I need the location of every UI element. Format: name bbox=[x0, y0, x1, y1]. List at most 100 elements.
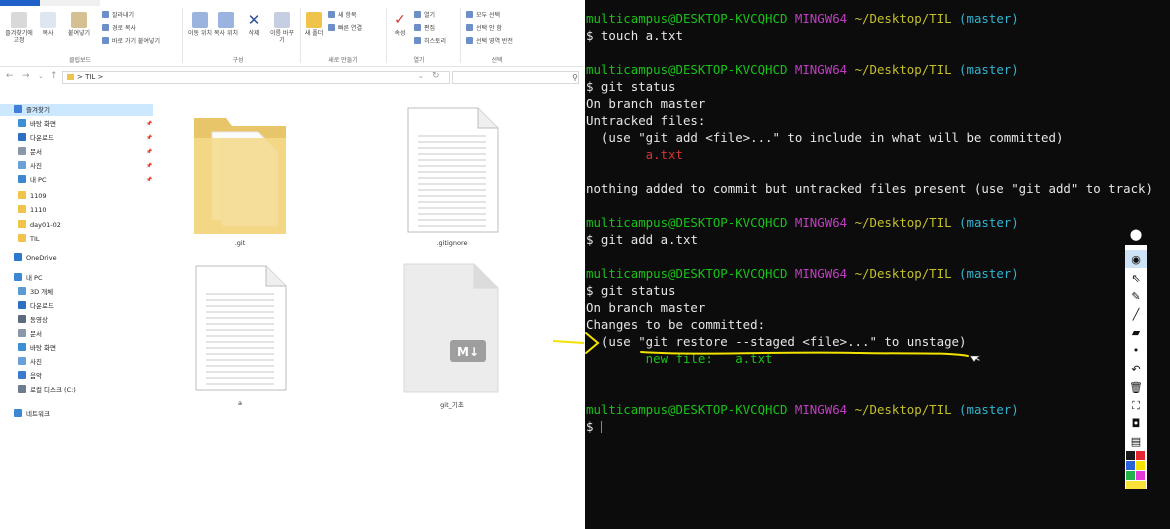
nav-item-label: 1110 bbox=[30, 206, 47, 214]
command-line: $ git add a.txt bbox=[586, 231, 1166, 248]
paste-icon bbox=[71, 12, 87, 28]
nav-item[interactable]: 문서 bbox=[0, 328, 153, 340]
edit-button[interactable]: 편집 bbox=[414, 24, 435, 32]
nav-item[interactable]: 다운로드 📌 bbox=[0, 132, 153, 144]
nav-item[interactable]: 다운로드 bbox=[0, 300, 153, 312]
pin-to-quick-access-button[interactable]: 즐겨찾기에 고정 bbox=[4, 12, 34, 44]
nav-item[interactable]: OneDrive bbox=[0, 252, 153, 264]
prompt-dollar: $ bbox=[586, 79, 601, 94]
new-folder-button[interactable]: 새 폴더 bbox=[304, 12, 324, 37]
paste-shortcut-button[interactable]: 바로 가기 붙여넣기 bbox=[102, 37, 160, 45]
pin-icon[interactable]: ⬤ bbox=[1125, 223, 1147, 245]
camera-icon[interactable]: ◘ bbox=[1125, 414, 1147, 432]
active-color-swatch[interactable] bbox=[1126, 481, 1146, 489]
nav-item[interactable]: 문서 📌 bbox=[0, 146, 153, 158]
nav-item[interactable]: 내 PC 📌 bbox=[0, 174, 153, 186]
nav-item[interactable]: 사진 bbox=[0, 356, 153, 368]
delete-button[interactable]: ✕ 삭제 bbox=[242, 12, 266, 37]
copy-to-button[interactable]: 복사 위치 bbox=[214, 12, 238, 37]
nav-item-label: TIL bbox=[30, 235, 40, 243]
pointer-icon[interactable]: ⇖ bbox=[1125, 269, 1147, 287]
select-all-button[interactable]: 모두 선택 bbox=[466, 11, 500, 19]
copy-button[interactable]: 복사 bbox=[38, 12, 58, 37]
color-swatch[interactable] bbox=[1126, 471, 1135, 480]
nav-item[interactable]: 바탕 화면 📌 bbox=[0, 118, 153, 130]
refresh-icon[interactable]: ↻ bbox=[432, 71, 440, 81]
cut-button[interactable]: 잘라내기 bbox=[102, 11, 134, 19]
clipboard-icon[interactable]: ▤ bbox=[1125, 432, 1147, 450]
prompt-env: MINGW64 bbox=[794, 11, 848, 26]
prompt-branch: (master) bbox=[959, 62, 1019, 77]
nav-item[interactable]: 바탕 화면 bbox=[0, 342, 153, 354]
pen-icon[interactable]: ✎ bbox=[1125, 287, 1147, 305]
prompt-line: multicampus@DESKTOP-KVCQHCD MINGW64 ~/De… bbox=[586, 214, 1166, 231]
nav-item[interactable]: 네트워크 bbox=[0, 408, 153, 420]
easy-access-button[interactable]: 빠른 연결 bbox=[328, 24, 362, 32]
file-tab[interactable] bbox=[0, 0, 40, 6]
nav-item[interactable]: 3D 개체 bbox=[0, 286, 153, 298]
color-swatch[interactable] bbox=[1136, 471, 1145, 480]
back-arrow-icon[interactable]: ← bbox=[6, 71, 14, 81]
nav-item[interactable]: TIL bbox=[0, 233, 153, 245]
color-swatch[interactable] bbox=[1136, 451, 1145, 460]
nav-item-label: 음악 bbox=[30, 372, 42, 380]
nav-item[interactable]: day01-02 bbox=[0, 219, 153, 231]
prompt-branch: (master) bbox=[959, 215, 1019, 230]
dot-icon[interactable]: • bbox=[1125, 341, 1147, 359]
prompt-line: multicampus@DESKTOP-KVCQHCD MINGW64 ~/De… bbox=[586, 61, 1166, 78]
address-dropdown-icon[interactable]: ⌄ bbox=[418, 72, 424, 80]
rename-button[interactable]: 이름 바꾸기 bbox=[268, 12, 296, 44]
trash-icon[interactable]: 🗑 bbox=[1125, 378, 1147, 396]
new-item-button[interactable]: 새 항목 bbox=[328, 11, 356, 19]
forward-arrow-icon[interactable]: → bbox=[22, 71, 30, 81]
eraser-icon[interactable]: ▰ bbox=[1125, 323, 1147, 341]
open-button[interactable]: 열기 bbox=[414, 11, 435, 19]
file-item[interactable] bbox=[192, 108, 288, 240]
marker-icon[interactable]: ╱ bbox=[1125, 305, 1147, 323]
up-arrow-icon[interactable]: ↑ bbox=[50, 71, 58, 81]
disk-icon bbox=[18, 385, 26, 393]
undo-icon[interactable]: ↶ bbox=[1125, 360, 1147, 378]
terminal-line: (use "git add <file>..." to include in w… bbox=[586, 129, 1166, 146]
pin-icon: 📌 bbox=[146, 163, 153, 169]
nav-item[interactable]: 로컬 디스크 (C:) bbox=[0, 384, 153, 396]
recent-chevron-icon[interactable]: ⌄ bbox=[38, 72, 44, 80]
navigation-pane: 즐겨찾기 바탕 화면 📌 다운로드 📌 문서 📌 사진 📌 내 PC 📌 1109 1110 day01-… bbox=[0, 96, 155, 529]
file-item[interactable]: M↓ bbox=[400, 262, 500, 398]
nav-item[interactable]: 내 PC bbox=[0, 272, 153, 284]
history-icon bbox=[414, 37, 421, 44]
move-to-button[interactable]: 이동 위치 bbox=[188, 12, 212, 37]
screenshot-icon[interactable]: ⛶ bbox=[1125, 396, 1147, 414]
paste-button[interactable]: 붙여넣기 bbox=[62, 12, 96, 37]
select-none-icon bbox=[466, 24, 473, 31]
copy-path-button[interactable]: 경로 복사 bbox=[102, 24, 136, 32]
color-swatch[interactable] bbox=[1126, 451, 1135, 460]
ribbon-separator bbox=[300, 8, 301, 63]
nav-item[interactable]: 사진 📌 bbox=[0, 160, 153, 172]
properties-button[interactable]: ✓ 속성 bbox=[390, 12, 410, 37]
nav-item-label: 다운로드 bbox=[30, 302, 54, 310]
folder-icon bbox=[18, 234, 26, 242]
ribbon-tab-bar bbox=[40, 0, 100, 6]
nav-item[interactable]: 1109 bbox=[0, 190, 153, 202]
invert-selection-button[interactable]: 선택 영역 반전 bbox=[466, 37, 513, 45]
search-input[interactable]: ⚲ bbox=[452, 71, 579, 84]
git-bash-terminal[interactable]: multicampus@DESKTOP-KVCQHCD MINGW64 ~/De… bbox=[585, 0, 1170, 529]
history-button[interactable]: 히스토리 bbox=[414, 37, 446, 45]
nav-item[interactable]: 즐겨찾기 bbox=[0, 104, 153, 116]
color-swatch[interactable] bbox=[1136, 461, 1145, 470]
file-item[interactable] bbox=[404, 106, 500, 238]
command-line: $ touch a.txt bbox=[586, 27, 1166, 44]
file-item[interactable] bbox=[192, 264, 288, 396]
terminal-line: a.txt bbox=[586, 146, 1166, 163]
color-swatch[interactable] bbox=[1126, 461, 1135, 470]
prompt-user: multicampus@DESKTOP-KVCQHCD bbox=[586, 402, 788, 417]
eye-icon[interactable]: ◉ bbox=[1125, 250, 1147, 268]
nav-item[interactable]: 음악 bbox=[0, 370, 153, 382]
nav-item[interactable]: 동영상 bbox=[0, 314, 153, 326]
nav-item[interactable]: 1110 bbox=[0, 204, 153, 216]
address-input[interactable]: > TIL > bbox=[62, 71, 450, 84]
select-none-button[interactable]: 선택 안 함 bbox=[466, 24, 502, 32]
